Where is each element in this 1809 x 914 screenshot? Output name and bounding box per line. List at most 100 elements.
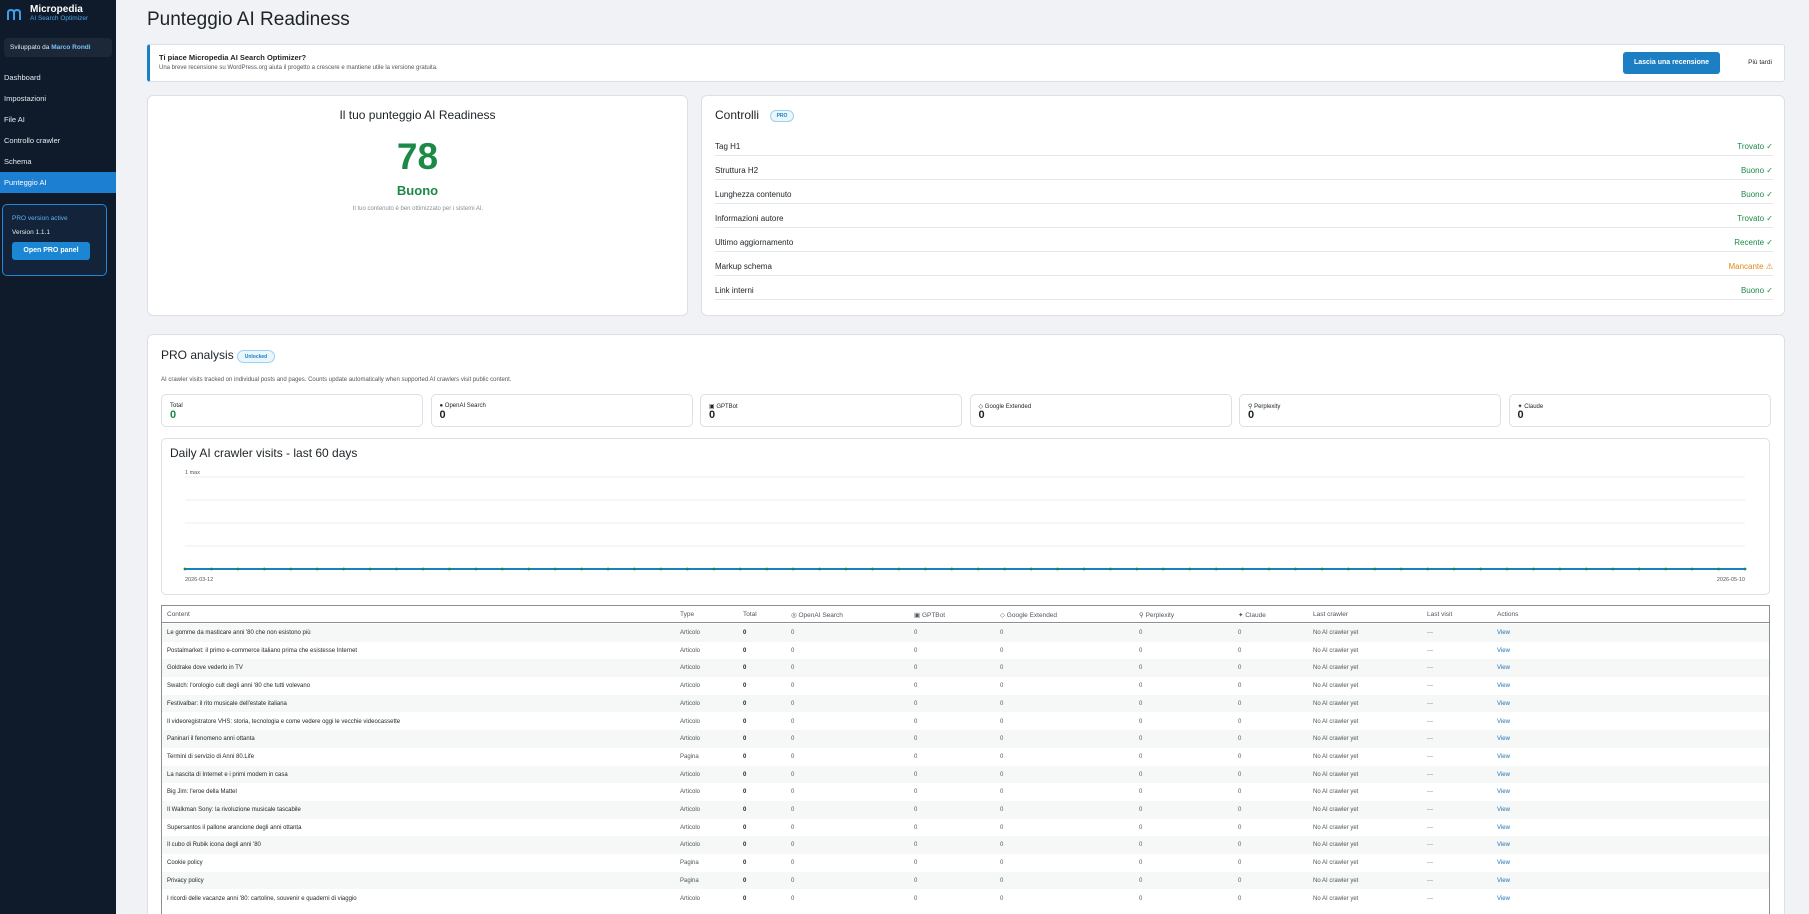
stat-value: 0 [439,409,446,421]
view-link[interactable]: View [1497,754,1510,760]
check-status: Mancante ⚠ [1728,261,1773,271]
sidebar-nav: Dashboard Impostazioni File AI Controllo cr… [0,67,116,193]
later-link[interactable]: Più tardi [1748,59,1772,66]
chart-point [262,567,266,571]
view-link[interactable]: View [1497,683,1510,689]
claude-count: 0 [1238,842,1242,849]
chart-point [527,567,531,571]
total-count: 0 [743,842,747,849]
content-title-link[interactable]: Il videoregistratore VHS: storia, tecnol… [167,719,400,725]
table-header: Content Type Total ◎ OpenAI Search ▣ GPTBot ◇… [162,606,1769,623]
sidebar-item-impostazioni[interactable]: Impostazioni [0,88,116,109]
claude-count: 0 [1238,895,1242,902]
chart-point [395,567,398,571]
content-title-link[interactable]: Termini di servizio di Anni 80.Life [167,754,254,760]
perplexity-count: 0 [1139,860,1143,867]
stat-card-claude: ✦ Claude 0 [1508,394,1771,427]
pro-badge: PRO [770,110,794,122]
check-label: Lunghezza contenuto [715,189,792,199]
chart-point [738,567,742,571]
chart-point [1003,567,1007,571]
google-extended-count: 0 [1000,877,1004,884]
chart-point [1717,567,1720,571]
last-crawler: No AI crawler yet [1313,683,1359,690]
pro-status-text: PRO version active [12,215,68,222]
stat-label-text: GPTBot [716,404,738,410]
perplexity-count: 0 [1139,771,1143,778]
claude-count: 0 [1238,718,1242,725]
table-row: Goldrake dove vederlo in TV Articolo 0 0 0 0 0… [162,659,1769,678]
leave-review-button[interactable]: Lascia una recensione [1623,52,1720,74]
google-extended-count: 0 [1000,630,1004,636]
content-type: Articolo [680,895,701,902]
view-link[interactable]: View [1497,878,1510,884]
table-row: Il Walkman Sony: la rivoluzione musicale… [162,801,1769,819]
view-link[interactable]: View [1497,842,1510,848]
view-link[interactable]: View [1497,736,1510,742]
content-title-link[interactable]: I ricordi delle vacanze anni '80: cartol… [167,896,357,902]
stat-label-text: Google Extended [984,404,1032,410]
content-title-link[interactable]: Swatch: l'orologio cult degli anni '80 c… [167,683,310,689]
developer-name-link[interactable]: Marco Rondi [51,44,90,51]
open-pro-panel-button[interactable]: Open PRO panel [12,242,90,260]
sidebar-item-file-ai[interactable]: File AI [0,109,116,130]
view-link[interactable]: View [1497,648,1510,654]
openai-search-count: 0 [791,718,795,725]
pro-analysis-card: PRO analysis Unlocked AI crawler visits … [147,334,1785,914]
content-title-link[interactable]: Big Jim: l'eroe della Mattel [167,789,237,795]
chart-point [1479,567,1482,571]
view-link[interactable]: View [1497,772,1510,778]
content-type: Articolo [680,736,701,743]
stat-label: ◇ Google Extended [979,403,1032,410]
view-link[interactable]: View [1497,896,1510,902]
content-title-link[interactable]: Postalmarket: il primo e-commerce italia… [167,648,357,654]
table-row: Termini di servizio di Anni 80.Life Pagin… [162,748,1769,766]
view-link[interactable]: View [1497,825,1510,831]
sidebar-item-punteggio-ai[interactable]: Punteggio AI [0,172,116,193]
google-extended-count: 0 [1000,753,1004,760]
stat-card-total: Total 0 [161,394,423,427]
brand[interactable]: Micropedia AI Search Optimizer [0,0,116,32]
stat-card-perplexity: ⚲ Perplexity 0 [1239,394,1501,427]
last-crawler: No AI crawler yet [1313,753,1359,760]
chart-point [1558,567,1562,571]
sidebar-item-dashboard[interactable]: Dashboard [0,67,116,88]
content-title-link[interactable]: Supersantos il pallone arancione degli a… [167,825,301,831]
last-visit: — [1427,665,1433,672]
content-title-link[interactable]: Festivalbar: il rito musicale dell'estat… [167,701,287,707]
content-title-link[interactable]: Goldrake dove vederlo in TV [167,665,243,671]
content-type: Articolo [680,665,701,672]
content-title-link[interactable]: Cookie policy [167,860,203,866]
content-type: Pagina [680,860,699,867]
sidebar-item-schema[interactable]: Schema [0,151,116,172]
view-link[interactable]: View [1497,630,1510,636]
view-link[interactable]: View [1497,719,1510,725]
claude-count: 0 [1238,771,1242,778]
pro-status-card: PRO version active Version 1.1.1 Open PR… [2,204,107,276]
column-header: Last crawler [1313,611,1349,618]
content-title-link[interactable]: Paninari il fenomeno anni ottanta [167,736,255,742]
chart-point [368,567,372,571]
score-description: Il tuo contenuto è ben ottimizzato per i… [352,206,484,212]
score-card: Il tuo punteggio AI Readiness 78 Buono I… [147,95,688,316]
view-link[interactable]: View [1497,665,1510,671]
chart-point [1161,567,1165,571]
chart-point [1320,567,1324,571]
view-link[interactable]: View [1497,807,1510,813]
content-title-link[interactable]: Il Walkman Sony: la rivoluzione musicale… [167,807,301,813]
content-title-link[interactable]: Le gomme da masticare anni '80 che non e… [167,630,311,636]
content-title-link[interactable]: La nascita di Internet e i primi modem i… [167,772,288,778]
chart-point [289,567,293,571]
view-link[interactable]: View [1497,789,1510,795]
openai-search-count: 0 [791,807,795,813]
score-value: 78 [396,136,439,177]
content-title-link[interactable]: Privacy policy [167,878,204,884]
view-link[interactable]: View [1497,701,1510,707]
content-title-link[interactable]: Il cubo di Rubik icona degli anni '80 [167,842,261,848]
table-row: Swatch: l'orologio cult degli anni '80 c… [162,677,1769,695]
total-count: 0 [743,860,747,867]
sidebar-item-controllo-crawler[interactable]: Controllo crawler [0,130,116,151]
chart-point [871,567,874,571]
view-link[interactable]: View [1497,860,1510,866]
banner-title: Ti piace Micropedia AI Search Optimizer? [159,53,307,62]
